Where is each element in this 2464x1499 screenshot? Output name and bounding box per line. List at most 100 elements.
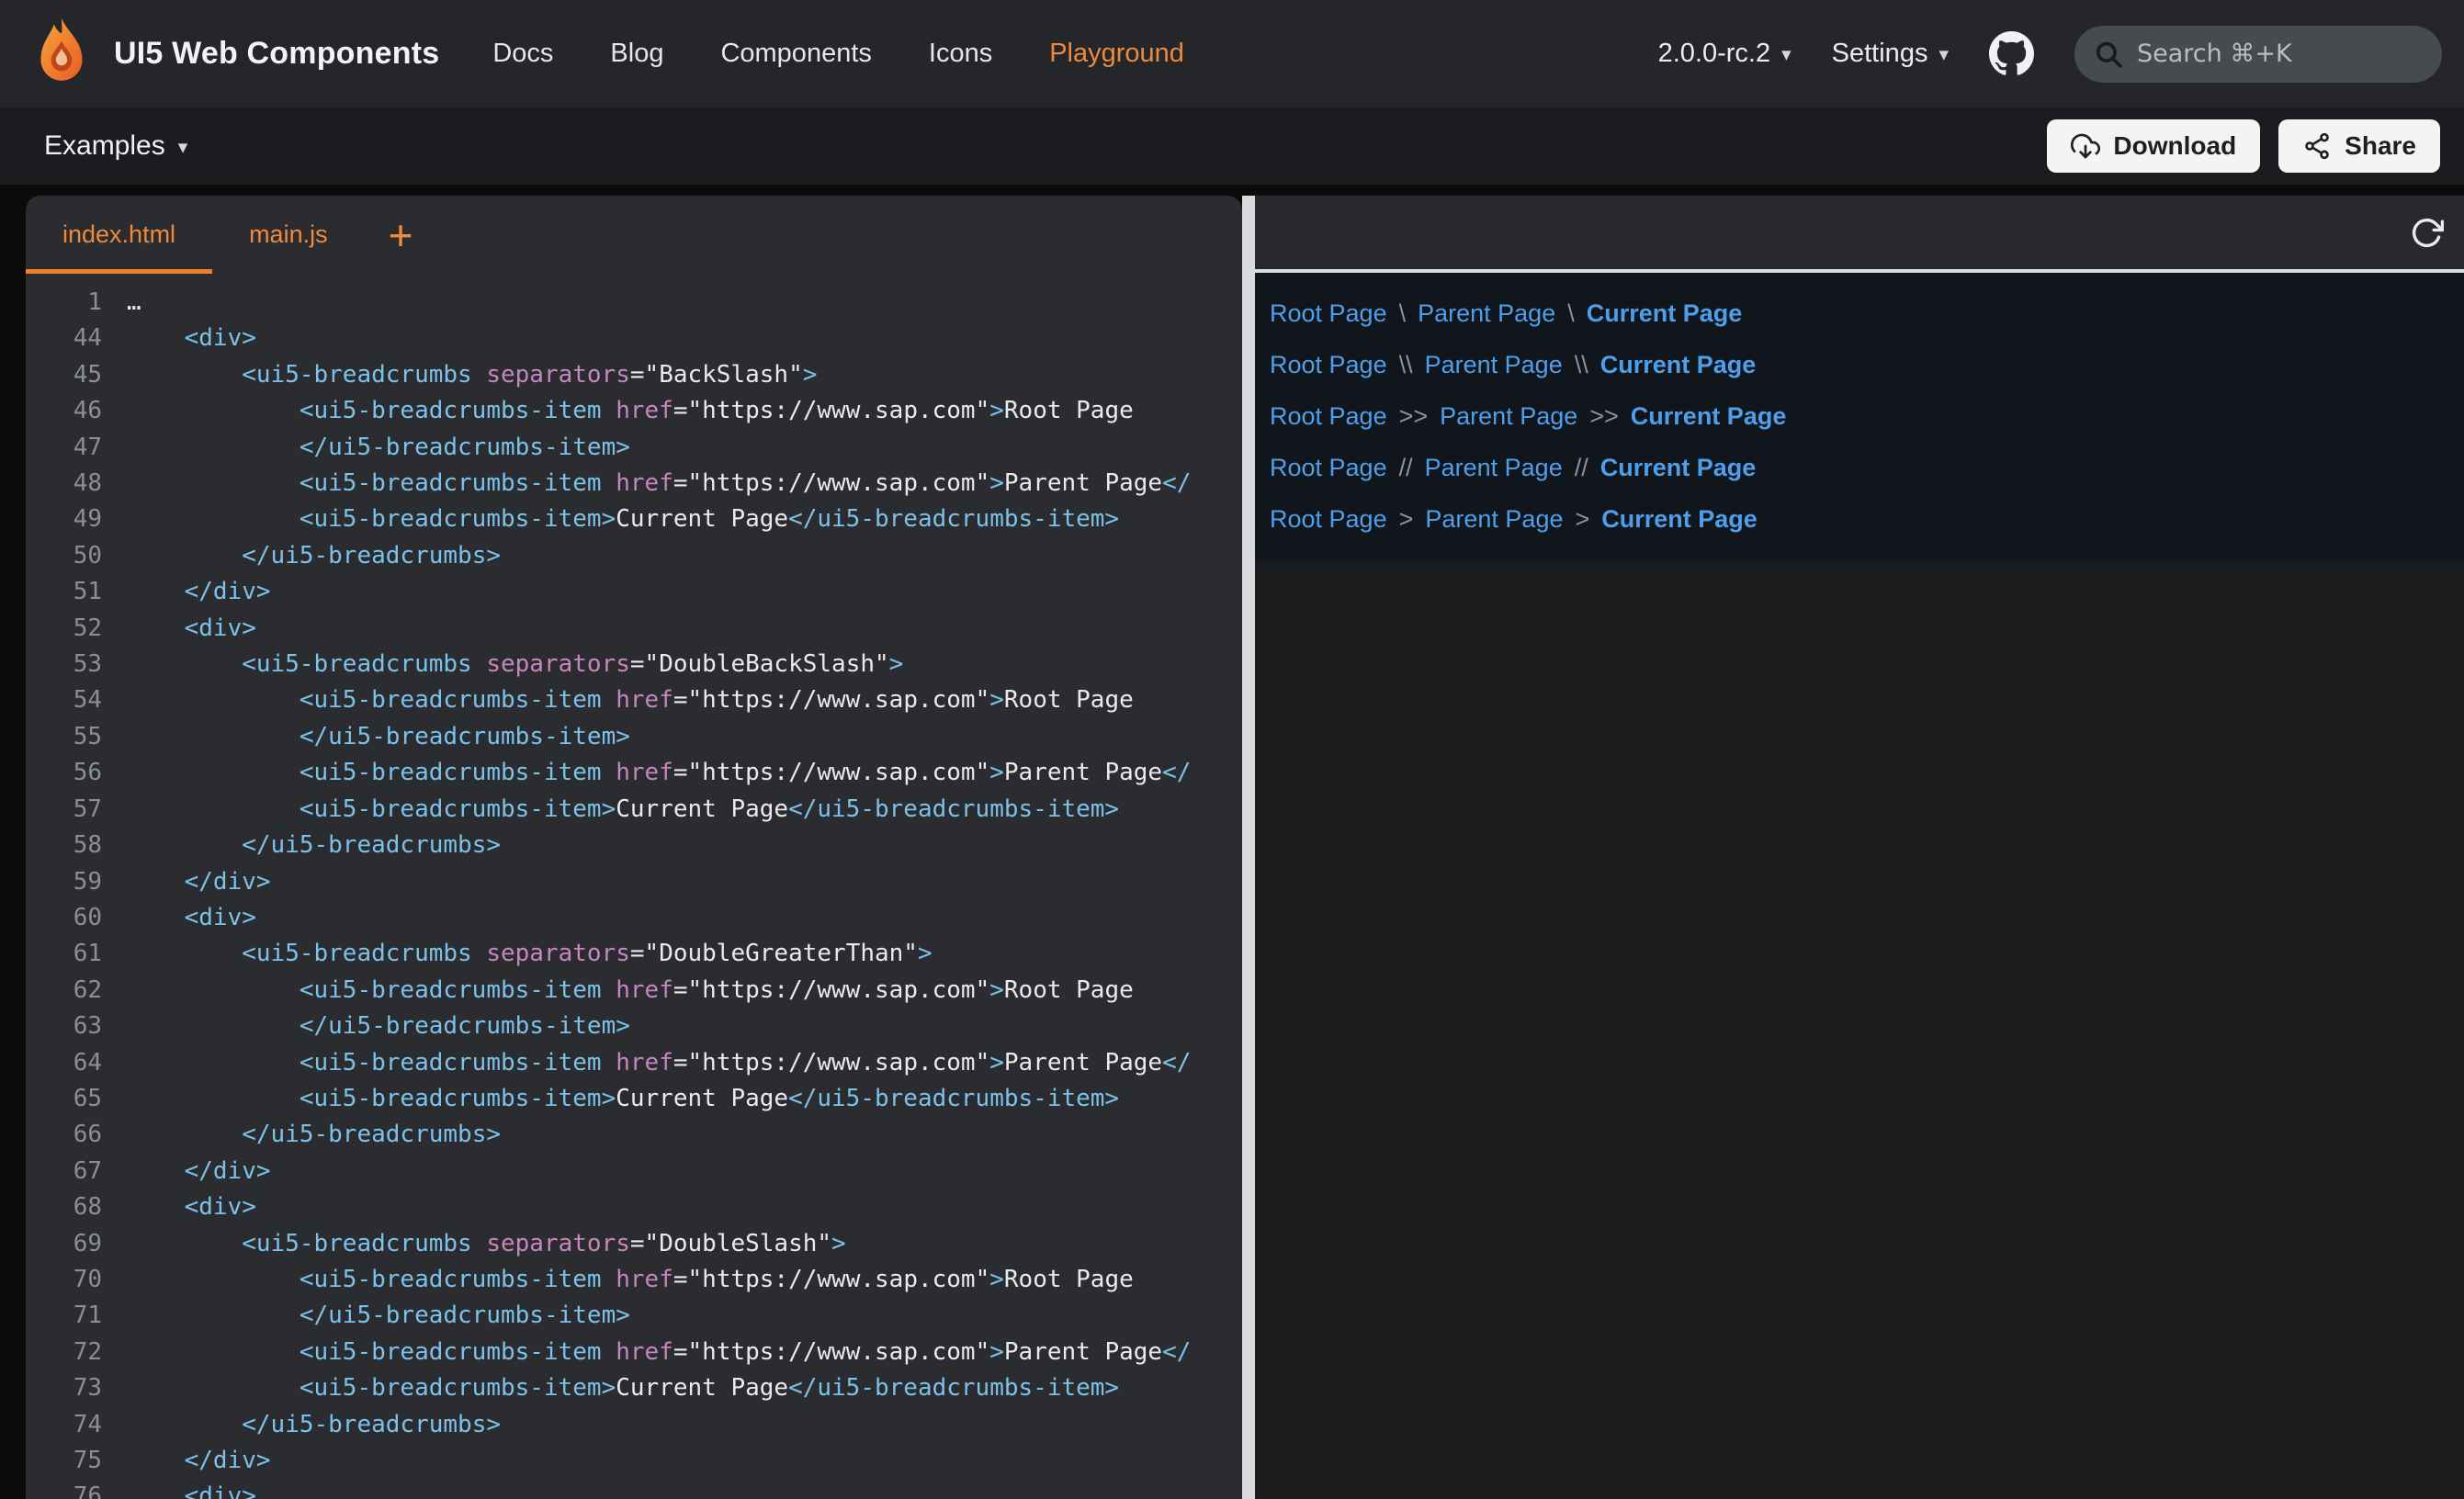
preview-toolbar: [1255, 196, 2464, 273]
breadcrumb-link[interactable]: Parent Page: [1425, 505, 1563, 534]
code-line[interactable]: 63 </ui5-breadcrumbs-item>: [26, 1009, 1242, 1044]
breadcrumb-link[interactable]: Root Page: [1270, 505, 1387, 534]
code-line[interactable]: 70 <ui5-breadcrumbs-item href="https://w…: [26, 1262, 1242, 1298]
breadcrumb: Root Page\Parent Page\Current Page: [1270, 287, 2464, 339]
line-number: 44: [26, 321, 102, 356]
nav-link-blog[interactable]: Blog: [610, 39, 663, 69]
line-number: 72: [26, 1335, 102, 1370]
code-line[interactable]: 51 </div>: [26, 574, 1242, 610]
breadcrumb-link[interactable]: Parent Page: [1425, 351, 1563, 379]
nav-link-playground[interactable]: Playground: [1049, 39, 1184, 69]
editor-tabbar: index.htmlmain.js+: [26, 196, 1242, 274]
share-label: Share: [2345, 131, 2416, 161]
refresh-icon[interactable]: [2410, 216, 2444, 250]
brand[interactable]: UI5 Web Components: [31, 17, 439, 92]
breadcrumb-separator: \: [1399, 299, 1407, 328]
line-number: 64: [26, 1045, 102, 1081]
code-line[interactable]: 54 <ui5-breadcrumbs-item href="https://w…: [26, 682, 1242, 718]
code-line[interactable]: 68 <div>: [26, 1189, 1242, 1225]
code-line[interactable]: 64 <ui5-breadcrumbs-item href="https://w…: [26, 1045, 1242, 1081]
examples-label: Examples: [44, 130, 165, 162]
line-number: 53: [26, 647, 102, 682]
examples-dropdown[interactable]: Examples ▾: [44, 130, 187, 162]
tab-index.html[interactable]: index.html: [26, 196, 212, 274]
breadcrumb-current: Current Page: [1601, 505, 1758, 534]
code-line-text: <ui5-breadcrumbs-item href="https://www.…: [127, 755, 1191, 791]
code-line[interactable]: 61 <ui5-breadcrumbs separators="DoubleGr…: [26, 936, 1242, 972]
code-line[interactable]: 58 </ui5-breadcrumbs>: [26, 828, 1242, 863]
share-button[interactable]: Share: [2278, 119, 2440, 173]
line-number: 74: [26, 1407, 102, 1443]
line-number: 45: [26, 357, 102, 393]
code-line[interactable]: 47 </ui5-breadcrumbs-item>: [26, 430, 1242, 466]
code-line-text: …: [127, 285, 141, 321]
breadcrumb-separator: >>: [1399, 402, 1429, 431]
code-line[interactable]: 49 <ui5-breadcrumbs-item>Current Page</u…: [26, 502, 1242, 537]
code-line[interactable]: 1…: [26, 285, 1242, 321]
code-line[interactable]: 74 </ui5-breadcrumbs>: [26, 1407, 1242, 1443]
preview-content: Root Page\Parent Page\Current PageRoot P…: [1255, 273, 2464, 561]
code-line[interactable]: 44 <div>: [26, 321, 1242, 356]
breadcrumb-separator: >: [1399, 505, 1414, 534]
code-line[interactable]: 62 <ui5-breadcrumbs-item href="https://w…: [26, 973, 1242, 1009]
code-line[interactable]: 55 </ui5-breadcrumbs-item>: [26, 719, 1242, 755]
line-number: 55: [26, 719, 102, 755]
breadcrumb-link[interactable]: Root Page: [1270, 402, 1387, 431]
breadcrumb: Root Page>Parent Page>Current Page: [1270, 493, 2464, 545]
line-number: 68: [26, 1189, 102, 1225]
line-number: 71: [26, 1298, 102, 1334]
code-line[interactable]: 57 <ui5-breadcrumbs-item>Current Page</u…: [26, 792, 1242, 828]
nav-link-docs[interactable]: Docs: [492, 39, 553, 69]
code-line[interactable]: 50 </ui5-breadcrumbs>: [26, 538, 1242, 574]
breadcrumb-separator: >>: [1589, 402, 1619, 431]
settings-dropdown[interactable]: Settings ▾: [1832, 39, 1949, 69]
code-line[interactable]: 52 <div>: [26, 611, 1242, 647]
code-line[interactable]: 69 <ui5-breadcrumbs separators="DoubleSl…: [26, 1226, 1242, 1262]
breadcrumb-link[interactable]: Parent Page: [1425, 454, 1563, 482]
code-editor[interactable]: 1…44 <div>45 <ui5-breadcrumbs separators…: [26, 274, 1242, 1499]
code-line-text: </ui5-breadcrumbs-item>: [127, 1009, 630, 1044]
line-number: 65: [26, 1081, 102, 1117]
code-line[interactable]: 75 </div>: [26, 1443, 1242, 1479]
line-number: 75: [26, 1443, 102, 1479]
code-line[interactable]: 71 </ui5-breadcrumbs-item>: [26, 1298, 1242, 1334]
line-number: 67: [26, 1154, 102, 1189]
code-line[interactable]: 46 <ui5-breadcrumbs-item href="https://w…: [26, 393, 1242, 429]
version-dropdown[interactable]: 2.0.0-rc.2 ▾: [1658, 39, 1791, 69]
code-line[interactable]: 56 <ui5-breadcrumbs-item href="https://w…: [26, 755, 1242, 791]
breadcrumb-link[interactable]: Root Page: [1270, 454, 1387, 482]
code-line[interactable]: 45 <ui5-breadcrumbs separators="BackSlas…: [26, 357, 1242, 393]
nav-link-icons[interactable]: Icons: [929, 39, 992, 69]
search-box[interactable]: [2074, 26, 2442, 83]
code-line[interactable]: 65 <ui5-breadcrumbs-item>Current Page</u…: [26, 1081, 1242, 1117]
code-line[interactable]: 53 <ui5-breadcrumbs separators="DoubleBa…: [26, 647, 1242, 682]
panel-resizer[interactable]: [1242, 196, 1255, 1499]
breadcrumb-current: Current Page: [1587, 299, 1743, 328]
code-line[interactable]: 67 </div>: [26, 1154, 1242, 1189]
breadcrumb-link[interactable]: Parent Page: [1440, 402, 1577, 431]
nav-link-components[interactable]: Components: [720, 39, 871, 69]
code-line[interactable]: 59 </div>: [26, 864, 1242, 900]
breadcrumb-link[interactable]: Parent Page: [1418, 299, 1555, 328]
tab-main.js[interactable]: main.js: [212, 196, 365, 274]
code-line[interactable]: 60 <div>: [26, 900, 1242, 936]
chevron-down-icon: ▾: [1781, 43, 1791, 66]
github-icon[interactable]: [1989, 31, 2034, 76]
code-line[interactable]: 72 <ui5-breadcrumbs-item href="https://w…: [26, 1335, 1242, 1370]
code-line[interactable]: 76 <div>: [26, 1479, 1242, 1499]
add-tab-button[interactable]: +: [365, 196, 437, 274]
code-line[interactable]: 73 <ui5-breadcrumbs-item>Current Page</u…: [26, 1370, 1242, 1406]
download-button[interactable]: Download: [2047, 119, 2260, 173]
code-line-text: </ui5-breadcrumbs>: [127, 828, 501, 863]
line-number: 54: [26, 682, 102, 718]
line-number: 46: [26, 393, 102, 429]
version-label: 2.0.0-rc.2: [1658, 39, 1771, 69]
code-line[interactable]: 48 <ui5-breadcrumbs-item href="https://w…: [26, 466, 1242, 502]
line-number: 48: [26, 466, 102, 502]
line-number: 51: [26, 574, 102, 610]
code-line[interactable]: 66 </ui5-breadcrumbs>: [26, 1117, 1242, 1153]
breadcrumb-link[interactable]: Root Page: [1270, 299, 1387, 328]
breadcrumb-link[interactable]: Root Page: [1270, 351, 1387, 379]
chevron-down-icon: ▾: [178, 136, 188, 159]
search-input[interactable]: [2137, 39, 2424, 68]
